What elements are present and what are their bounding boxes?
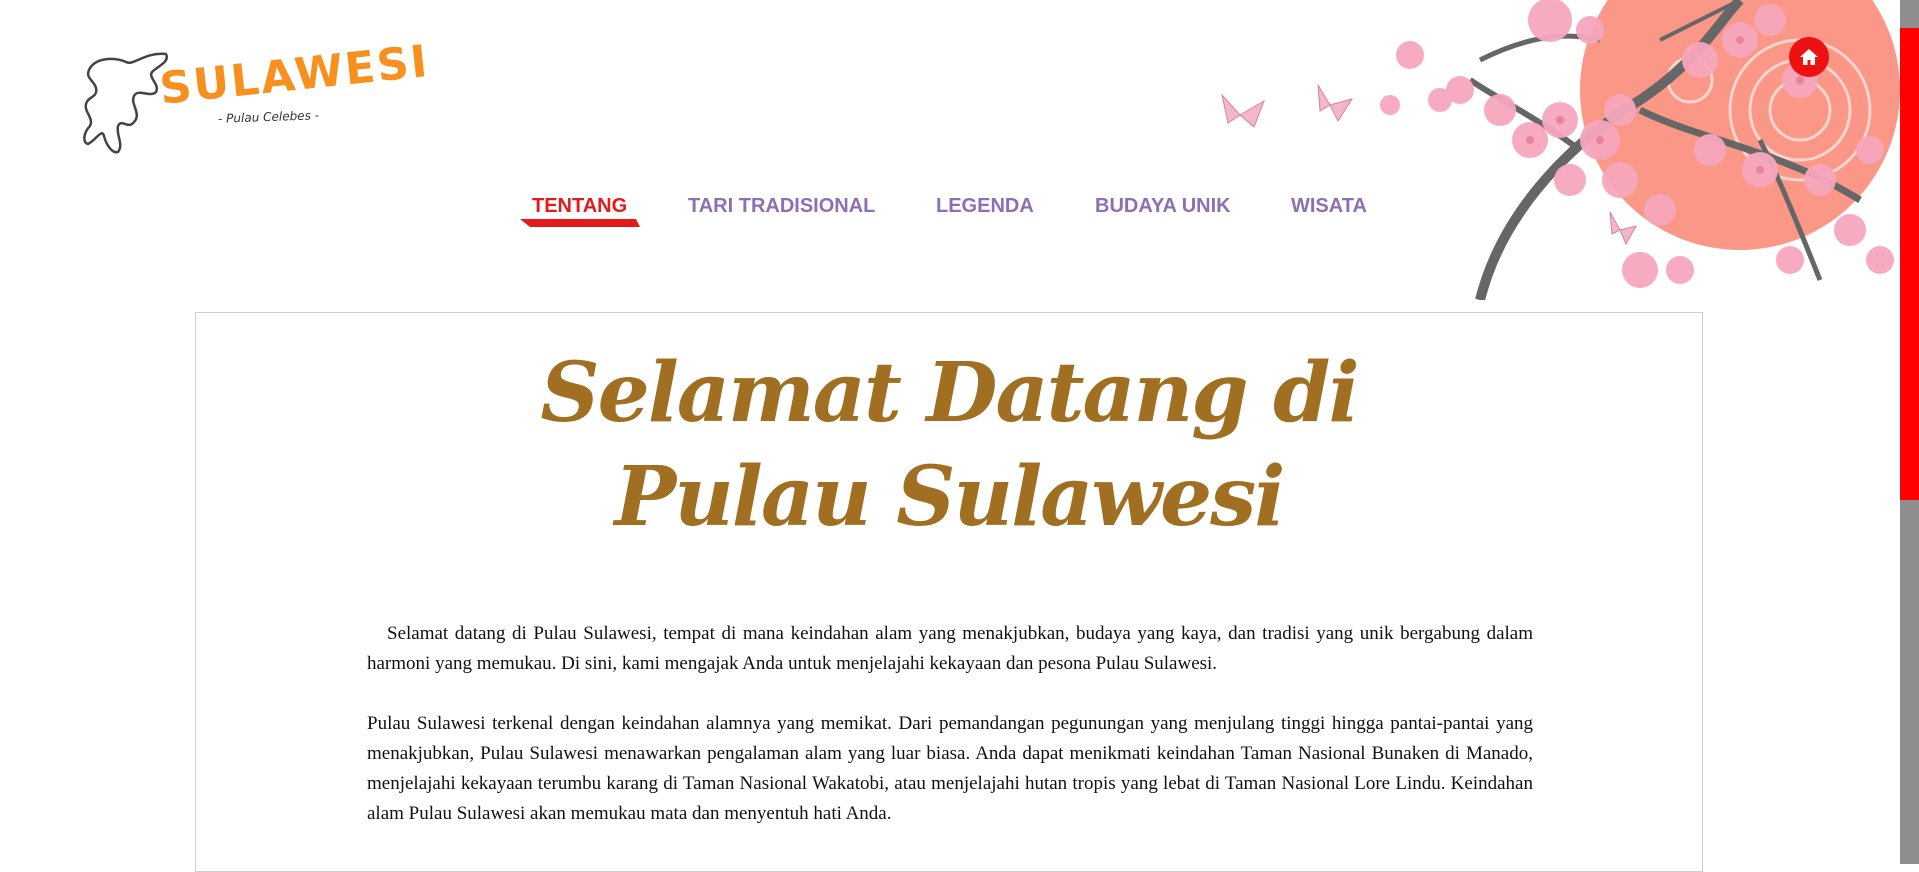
nav-item-tari-tradisional[interactable]: TARI TRADISIONAL [688,195,875,218]
cherry-blossom-illustration [1221,0,1900,300]
logo-title: SULAWESI [157,35,432,115]
home-icon [1800,49,1818,65]
nav-item-legenda[interactable]: LEGENDA [936,195,1034,218]
site-logo[interactable]: SULAWESI - Pulau Celebes - [78,36,431,158]
page-title-line1: Selamat Datang di [540,345,1359,441]
page-title-line2: Pulau Sulawesi [614,449,1286,545]
active-nav-underline [520,219,640,227]
nav-item-budaya-unik[interactable]: BUDAYA UNIK [1095,195,1231,218]
site-header: SULAWESI - Pulau Celebes - TENTANG TARI … [0,0,1900,300]
nav-item-tentang[interactable]: TENTANG [532,195,627,218]
page-title: Selamat Datang di Pulau Sulawesi [196,341,1702,549]
paragraph-2: Pulau Sulawesi terkenal dengan keindahan… [367,713,1533,824]
content-card: Selamat Datang di Pulau Sulawesi Selamat… [195,312,1703,872]
paragraph-1: Selamat datang di Pulau Sulawesi, tempat… [367,623,1533,674]
home-button[interactable] [1789,37,1829,77]
logo-subtitle: - Pulau Celebes - [217,108,320,126]
scrollbar-thumb[interactable] [1900,28,1919,500]
intro-text: Selamat datang di Pulau Sulawesi, tempat… [367,619,1533,859]
nav-item-wisata[interactable]: WISATA [1291,195,1367,218]
